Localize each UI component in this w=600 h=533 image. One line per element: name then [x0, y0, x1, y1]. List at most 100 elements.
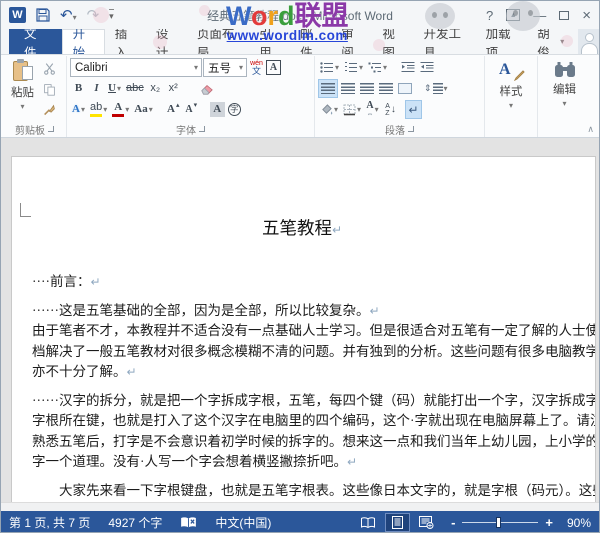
bold-button[interactable]: B [70, 79, 87, 98]
maximize-button[interactable] [559, 10, 570, 20]
underline-button[interactable]: U ▾ [106, 79, 123, 98]
asian-layout-button[interactable]: A ⇔ ▾ [364, 100, 381, 119]
paragraph-dialog-launcher[interactable] [408, 125, 414, 132]
shading-button[interactable]: ▾ [318, 100, 340, 119]
zoom-out-button[interactable]: - [451, 515, 455, 530]
document-heading[interactable]: 五笔教程↵ [32, 215, 572, 240]
tab-file[interactable]: 文件 [9, 27, 62, 60]
document-text-line[interactable]: 大家先来看一下字根键盘，也就是五笔字根表。这些像日本文字的，就是字根（码元）。这… [32, 481, 595, 502]
undo-button[interactable]: ↶▾ [60, 8, 77, 23]
collapse-ribbon-button[interactable]: ∧ [587, 124, 594, 135]
tab-开始[interactable]: 开始 [61, 27, 105, 60]
customize-qat-icon[interactable]: ▾ [109, 8, 114, 22]
quick-access-toolbar: W ↶▾ ↷ ▾ [9, 7, 114, 23]
decrease-indent-button[interactable] [399, 58, 417, 77]
web-layout-view-button[interactable] [414, 514, 439, 531]
sort-button[interactable]: A Z ↓ [382, 100, 399, 119]
tab-开发工具[interactable]: 开发工具 [413, 27, 475, 60]
character-shading-button[interactable]: A [209, 102, 225, 117]
tab-加载项[interactable]: 加载项 [476, 27, 528, 60]
font-name-combobox[interactable]: Calibri ▾ [70, 58, 202, 77]
proofing-status-icon[interactable] [171, 516, 206, 529]
document-text-line[interactable]: 字根所在键，也就是打入了这个汉字在电脑里的四个编码，这个·字就出现在电脑屏幕上了… [32, 411, 595, 432]
font-size-caret[interactable]: ▾ [236, 63, 246, 72]
tab-页面布局[interactable]: 页面布局 [187, 27, 249, 60]
tab-审阅[interactable]: 审阅 [331, 27, 372, 60]
styles-button[interactable]: A 样式 ▾ [488, 57, 534, 112]
distribute-text-button[interactable] [396, 79, 414, 98]
zoom-in-button[interactable]: + [545, 515, 553, 530]
document-text-line[interactable]: 由于笔者不才，本教程并不适合没有一点基础人士学习。但是很适合对五笔有一定了解的人… [32, 321, 595, 342]
document-text-line[interactable]: ······汉字的拆分，就是把一个字拆成字根，五笔，每四个键（码）就能打出一个字… [32, 391, 595, 412]
align-center-button[interactable] [339, 79, 357, 98]
horizontal-scrollbar-area[interactable] [1, 502, 599, 511]
close-button[interactable]: × [582, 7, 591, 24]
zoom-slider-handle[interactable] [496, 517, 502, 528]
document-text-line[interactable]: 熟悉五笔后，打字是不会意识着初学时候的拆字的。想来这一点和我们当年上幼儿园，上小… [32, 432, 595, 453]
borders-button[interactable]: ▾ [341, 100, 363, 119]
font-size-combobox[interactable]: 五号 ▾ [203, 58, 247, 77]
read-mode-view-button[interactable] [355, 515, 381, 531]
numbering-button[interactable]: ▾ [342, 58, 365, 77]
page-number-indicator[interactable]: 第 1 页, 共 7 页 [9, 514, 99, 531]
copy-button[interactable] [41, 80, 58, 99]
italic-button[interactable]: I [88, 79, 105, 98]
line-text: 字一个道理。没有·人写一个字会想着横竖撇捺折吧。 [32, 454, 347, 469]
tab-邮件[interactable]: 邮件 [290, 27, 331, 60]
change-case-button[interactable]: Aa ▾ [132, 100, 154, 119]
zoom-percentage[interactable]: 90% [557, 516, 591, 530]
ribbon-display-options-icon[interactable]: ▲ [506, 9, 521, 21]
multilevel-list-button[interactable]: ▾ [366, 58, 389, 77]
minimize-button[interactable]: — [533, 8, 546, 23]
text-effects-button[interactable]: A ▾ [70, 100, 87, 119]
clipboard-dialog-launcher[interactable] [48, 125, 54, 132]
document-text-line[interactable]: ····前言：↵ [32, 272, 595, 293]
highlight-color-button[interactable]: ab ▾ [88, 100, 109, 119]
line-spacing-button[interactable]: ⇕ ▾ [422, 79, 450, 98]
document-text-line[interactable]: 亦不十分了解。↵ [32, 362, 595, 383]
superscript-button[interactable]: x² [165, 79, 182, 98]
save-icon[interactable] [36, 8, 50, 22]
strikethrough-button[interactable]: abc [124, 79, 146, 98]
tab-视图[interactable]: 视图 [372, 27, 413, 60]
font-color-button[interactable]: A ▾ [110, 100, 131, 119]
format-painter-button[interactable] [41, 101, 58, 120]
paste-button[interactable]: 粘贴 ▾ [6, 57, 39, 120]
status-bar: 第 1 页, 共 7 页 4927 个字 中文(中国) - + 90% [1, 511, 599, 532]
paste-dropdown-caret[interactable]: ▾ [20, 102, 24, 111]
align-right-button[interactable] [358, 79, 376, 98]
print-layout-view-button[interactable] [385, 513, 411, 532]
clear-formatting-button[interactable] [198, 79, 216, 98]
document-paragraph: ····前言：↵ [32, 272, 595, 293]
tab-设计[interactable]: 设计 [146, 27, 187, 60]
document-text-line[interactable]: 档解决了一般五笔教材对很多概念模糊不清的问题。并有独到的分析。这些问题有很多电脑… [32, 342, 595, 363]
tab-引用[interactable]: 引用 [249, 27, 290, 60]
shrink-font-button[interactable]: A ▾ [183, 100, 200, 119]
enclose-characters-button[interactable]: 字 [226, 100, 243, 119]
language-indicator[interactable]: 中文(中国) [206, 514, 280, 531]
editing-button[interactable]: 编辑 ▾ [541, 57, 588, 110]
subscript-button[interactable]: x₂ [147, 79, 164, 98]
phonetic-guide-button[interactable]: wén 文 [248, 58, 265, 77]
character-border-button[interactable]: A [266, 60, 281, 75]
redo-button[interactable]: ↷ [87, 8, 100, 23]
increase-indent-button[interactable] [418, 58, 436, 77]
zoom-slider-track[interactable] [462, 517, 539, 528]
document-page[interactable]: 五笔教程↵ ····前言：↵ ······这是五笔基础的全部，因为是全部，所以比较… [11, 156, 596, 511]
tab-胡俊[interactable]: 胡俊 ▾ [527, 27, 574, 60]
word-count-indicator[interactable]: 4927 个字 [99, 514, 171, 531]
word-logo-icon[interactable]: W [9, 7, 26, 23]
bullets-button[interactable]: ▾ [318, 58, 341, 77]
font-dialog-launcher[interactable] [199, 125, 205, 132]
justify-button[interactable] [377, 79, 395, 98]
help-button[interactable]: ? [486, 8, 493, 23]
cut-button[interactable] [41, 59, 58, 78]
tab-插入[interactable]: 插入 [105, 27, 146, 60]
align-left-button[interactable] [318, 79, 338, 98]
user-avatar[interactable] [578, 29, 599, 54]
font-name-caret[interactable]: ▾ [191, 63, 201, 72]
document-text-line[interactable]: 字一个道理。没有·人写一个字会想着横竖撇捺折吧。↵ [32, 452, 595, 473]
show-hide-marks-button[interactable]: ↵ [405, 100, 423, 119]
document-text-line[interactable]: ······这是五笔基础的全部，因为是全部，所以比较复杂。↵ [32, 301, 595, 322]
grow-font-button[interactable]: A ▴ [165, 100, 182, 119]
